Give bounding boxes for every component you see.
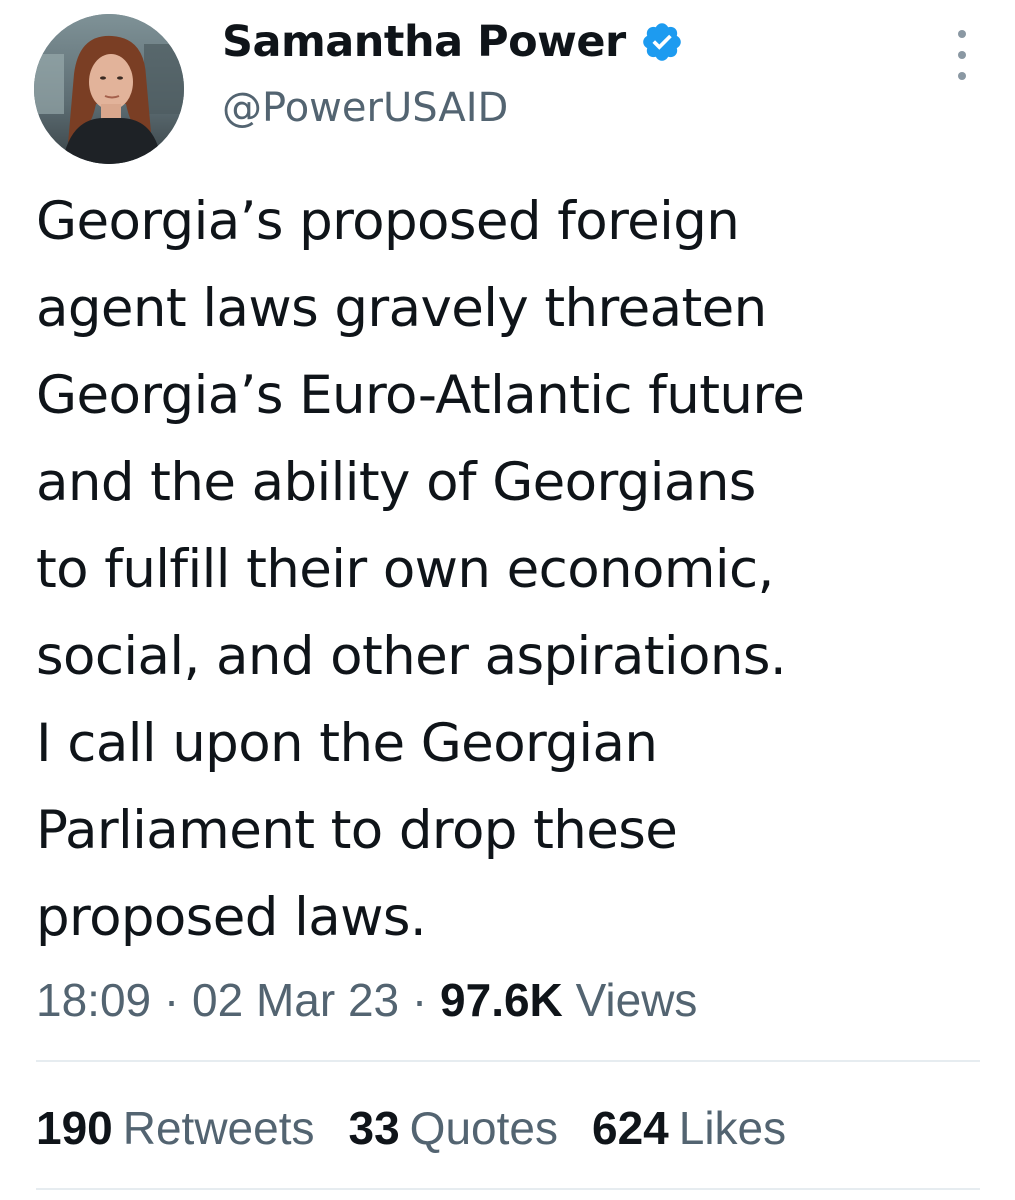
divider: [36, 1060, 980, 1062]
likes-count: 624: [591, 1102, 669, 1154]
more-options-icon[interactable]: [952, 30, 972, 80]
quotes-count: 33: [348, 1102, 400, 1154]
retweets-label: Retweets: [122, 1102, 315, 1154]
meta-separator: ·: [163, 974, 180, 1026]
verified-badge-icon: [640, 20, 684, 64]
tweet-meta: 18:09 · 02 Mar 23 · 97.6K Views: [36, 972, 697, 1028]
retweets-count: 190: [36, 1102, 113, 1154]
tweet-header: Samantha Power @PowerUSAID: [34, 12, 984, 164]
tweet-text: Georgia’s proposed foreign agent laws gr…: [36, 191, 805, 948]
avatar[interactable]: [34, 14, 184, 164]
display-name[interactable]: Samantha Power: [222, 20, 626, 64]
divider: [36, 1188, 980, 1190]
likes-stat[interactable]: 624 Likes: [592, 1100, 786, 1156]
user-handle[interactable]: @PowerUSAID: [222, 88, 508, 128]
views-label: Views: [575, 974, 698, 1026]
quotes-stat[interactable]: 33 Quotes: [349, 1100, 558, 1156]
likes-label: Likes: [678, 1102, 787, 1154]
retweets-stat[interactable]: 190 Retweets: [36, 1100, 315, 1156]
tweet-time[interactable]: 18:09: [36, 974, 151, 1026]
engagement-stats: 190 Retweets 33 Quotes 624 Likes: [36, 1100, 786, 1156]
avatar-image: [34, 14, 184, 164]
views-count: 97.6K: [440, 974, 563, 1026]
meta-separator: ·: [411, 974, 428, 1026]
quotes-label: Quotes: [409, 1102, 558, 1154]
tweet-date[interactable]: 02 Mar 23: [192, 974, 399, 1026]
name-row: Samantha Power: [222, 20, 684, 64]
